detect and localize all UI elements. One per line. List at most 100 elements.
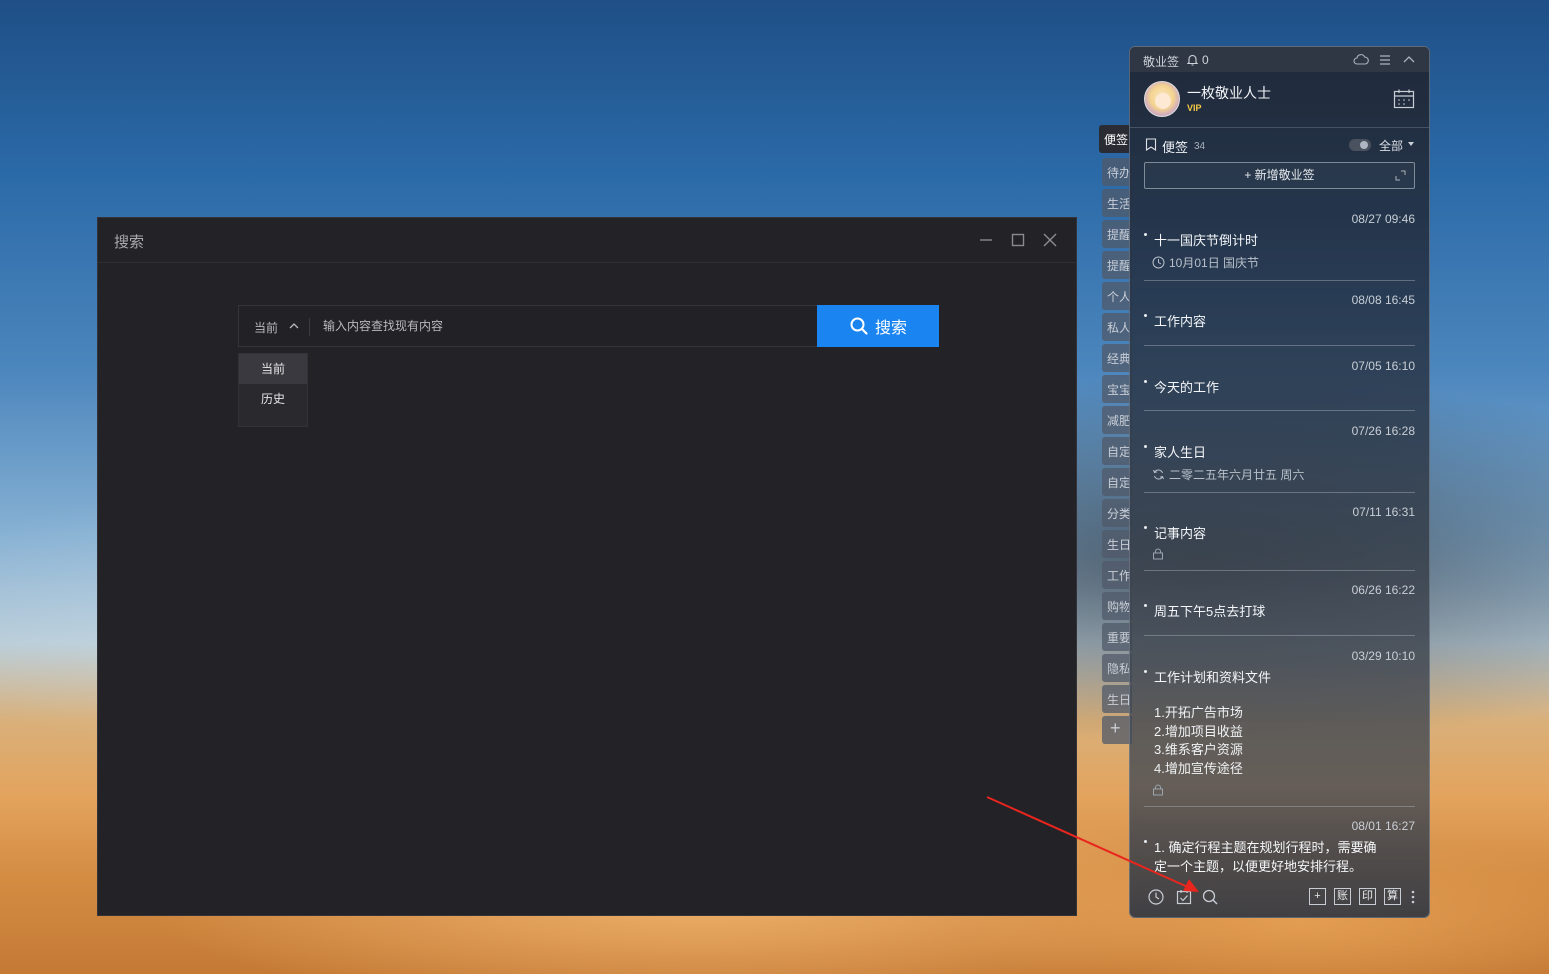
lock-icon — [1153, 548, 1163, 560]
note-item[interactable]: 06/26 16:22 周五下午5点去打球 — [1144, 583, 1415, 636]
tab-custom[interactable]: 自定 — [1102, 437, 1132, 465]
notes-count: 34 — [1194, 141, 1206, 152]
tab-work[interactable]: 工作 — [1102, 561, 1132, 589]
tab-category[interactable]: 分类 — [1102, 499, 1132, 527]
divider — [1144, 635, 1415, 636]
note-line: 4.增加宣传途径 — [1154, 760, 1243, 776]
note-title: 周五下午5点去打球 — [1154, 604, 1266, 619]
note-item[interactable]: 08/27 09:46 十一国庆节倒计时 10月01日 国庆节 — [1144, 212, 1415, 281]
divider — [1144, 410, 1415, 411]
note-item[interactable]: 08/08 16:45 工作内容 — [1144, 293, 1415, 346]
add-tab-button[interactable]: + — [1102, 716, 1132, 744]
tab-birthday[interactable]: 生日 — [1102, 530, 1132, 558]
add-note-label: + 新增敬业签 — [1244, 168, 1315, 182]
note-item[interactable]: 07/11 16:31 记事内容 — [1144, 505, 1415, 571]
tab-todo[interactable]: 待办 — [1102, 158, 1132, 186]
note-bullet — [1144, 604, 1147, 607]
divider — [1144, 492, 1415, 493]
search-window: 搜索 当前 搜索 当前 历史 — [97, 217, 1077, 916]
note-date: 08/27 09:46 — [1351, 212, 1415, 226]
note-date: 08/01 16:27 — [1351, 819, 1415, 833]
user-name: 一枚敬业人士 — [1187, 85, 1271, 101]
note-title: 1. 确定行程主题在规划行程时，需要确 — [1154, 840, 1377, 855]
tab-custom-2[interactable]: 自定 — [1102, 468, 1132, 496]
tab-birthday-2[interactable]: 生日 — [1102, 685, 1132, 713]
vip-badge: VIP — [1187, 103, 1202, 113]
scope-option-history[interactable]: 历史 — [239, 384, 307, 414]
panel-bottom-toolbar: + 账 印 算 — [1130, 878, 1429, 917]
note-item[interactable]: 07/05 16:10 今天的工作 — [1144, 359, 1415, 411]
view-toggle[interactable] — [1349, 139, 1371, 151]
tab-diet[interactable]: 减肥 — [1102, 406, 1132, 434]
note-date: 08/08 16:45 — [1351, 293, 1415, 307]
note-line: 3.维系客户资源 — [1154, 742, 1243, 757]
note-panel: 敬业签 0 一枚敬业人士 VIP 便签 34 全部 + 新增敬业签 08/27 … — [1129, 46, 1430, 918]
clock-icon — [1152, 256, 1165, 269]
note-title-cont: 定一个主题，以便更好地安排行程。 — [1154, 859, 1363, 874]
bookmark-icon — [1145, 138, 1157, 151]
search-bar: 当前 搜索 — [238, 305, 939, 347]
note-date: 06/26 16:22 — [1351, 583, 1415, 597]
collapse-up-icon[interactable] — [1401, 52, 1417, 68]
tab-life[interactable]: 生活 — [1102, 189, 1132, 217]
tab-private[interactable]: 私人 — [1102, 313, 1132, 341]
tab-important[interactable]: 重要 — [1102, 623, 1132, 651]
add-note-button[interactable]: + 新增敬业签 — [1144, 162, 1415, 189]
calculator-button[interactable]: 算 — [1384, 888, 1401, 905]
tab-baby[interactable]: 宝宝 — [1102, 375, 1132, 403]
search-window-titlebar: 搜索 — [98, 218, 1076, 263]
minimize-icon[interactable] — [976, 230, 996, 250]
note-title: 今天的工作 — [1154, 380, 1220, 395]
tab-classic[interactable]: 经典 — [1102, 344, 1132, 372]
notes-label: 便签 — [1162, 140, 1189, 155]
calendar-icon[interactable] — [1392, 87, 1416, 111]
note-item[interactable]: 08/01 16:27 1. 确定行程主题在规划行程时，需要确 定一个主题，以便… — [1144, 819, 1415, 877]
avatar[interactable] — [1144, 81, 1180, 117]
lock-icon — [1153, 784, 1163, 796]
clock-icon[interactable] — [1147, 888, 1165, 906]
search-button-label: 搜索 — [874, 320, 907, 337]
scope-option-current[interactable]: 当前 — [239, 354, 307, 384]
scope-selected-label: 当前 — [254, 321, 279, 335]
note-bullet — [1144, 445, 1147, 448]
todo-check-icon[interactable] — [1175, 888, 1193, 906]
note-bullet — [1144, 840, 1147, 843]
add-note-small-button[interactable]: + — [1309, 888, 1326, 905]
note-bullet — [1144, 380, 1147, 383]
bell-count: 0 — [1202, 53, 1209, 67]
search-input[interactable] — [315, 307, 815, 345]
repeat-icon — [1153, 469, 1164, 480]
search-button[interactable]: 搜索 — [817, 305, 939, 347]
app-name: 敬业签 — [1143, 55, 1180, 69]
bell-icon[interactable] — [1186, 53, 1199, 66]
note-title: 家人生日 — [1154, 445, 1207, 460]
note-item[interactable]: 03/29 10:10 工作计划和资料文件 1.开拓广告市场 2.增加项目收益 … — [1144, 649, 1415, 807]
search-icon[interactable] — [1201, 888, 1219, 906]
account-button[interactable]: 账 — [1334, 888, 1351, 905]
maximize-icon[interactable] — [1008, 230, 1028, 250]
tab-reminder-2[interactable]: 提醒 — [1102, 251, 1132, 279]
print-button[interactable]: 印 — [1359, 888, 1376, 905]
chevron-up-icon — [289, 323, 299, 329]
note-title: 十一国庆节倒计时 — [1154, 233, 1259, 248]
cloud-sync-icon[interactable] — [1353, 52, 1369, 68]
note-date: 03/29 10:10 — [1351, 649, 1415, 663]
note-date: 07/05 16:10 — [1351, 359, 1415, 373]
tab-reminder[interactable]: 提醒 — [1102, 220, 1132, 248]
scope-select[interactable]: 当前 — [239, 306, 309, 346]
caret-down-icon — [1408, 142, 1414, 146]
divider — [1130, 127, 1429, 128]
tab-shopping[interactable]: 购物 — [1102, 592, 1132, 620]
note-item[interactable]: 07/26 16:28 家人生日 二零二五年六月廿五 周六 — [1144, 424, 1415, 494]
tab-personal[interactable]: 个人 — [1102, 282, 1132, 310]
close-icon[interactable] — [1040, 230, 1060, 250]
tab-notes[interactable]: 便签 — [1099, 125, 1129, 153]
panel-topbar: 敬业签 0 — [1130, 47, 1429, 72]
window-title: 搜索 — [114, 234, 145, 251]
more-vertical-icon[interactable] — [1411, 889, 1415, 905]
tab-privacy[interactable]: 隐私 — [1102, 654, 1132, 682]
menu-icon[interactable] — [1377, 52, 1393, 68]
note-bullet — [1144, 233, 1147, 236]
filter-dropdown[interactable]: 全部 — [1379, 137, 1403, 154]
divider — [1144, 806, 1415, 807]
